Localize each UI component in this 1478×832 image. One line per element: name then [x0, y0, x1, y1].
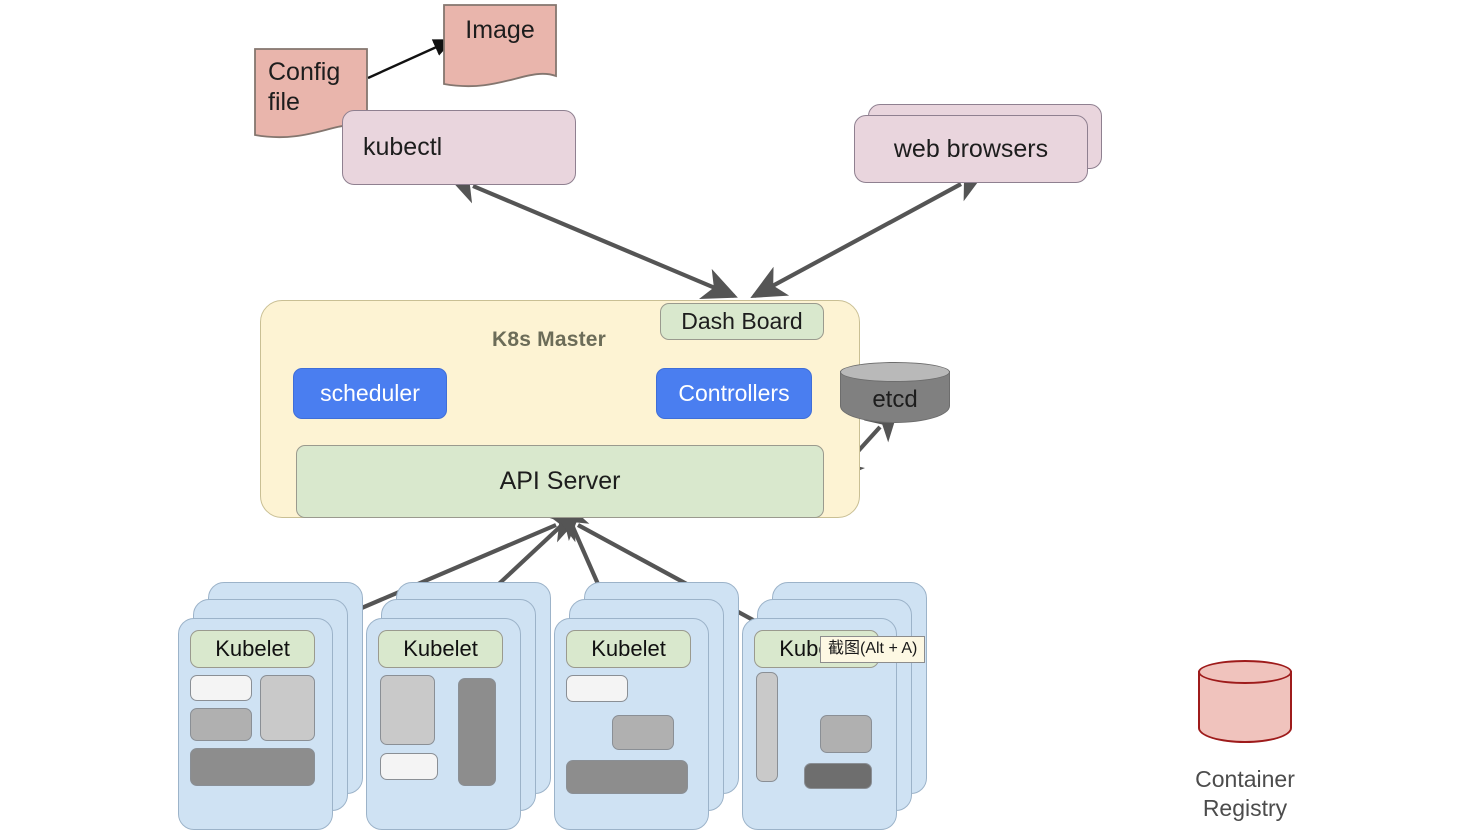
worker-1-pod-4 [190, 748, 315, 786]
worker-4-pod-3 [804, 763, 872, 789]
worker-1-pod-2 [190, 708, 252, 741]
diagram-canvas: Config file Image kubectl web browsers K… [0, 0, 1478, 832]
container-registry-label: Container Registry [1195, 766, 1295, 822]
api-server-label: API Server [499, 467, 621, 495]
worker-3-pod-1 [566, 675, 628, 702]
etcd-label: etcd [872, 386, 918, 413]
config-file-label: Config file [268, 58, 341, 116]
worker-1-kubelet-label: Kubelet [215, 636, 290, 661]
worker-3-kubelet[interactable]: Kubelet [566, 630, 691, 668]
worker-node-1[interactable]: Kubelet [178, 582, 383, 830]
worker-1-kubelet[interactable]: Kubelet [190, 630, 315, 668]
worker-2-pod-1 [380, 675, 435, 745]
k8s-master-title: K8s Master [492, 328, 607, 351]
container-registry-node [1198, 660, 1292, 752]
worker-node-4[interactable]: Kubelet [742, 582, 947, 830]
worker-node-3[interactable]: Kubelet [554, 582, 759, 830]
web-browsers-front-layer: web browsers [854, 115, 1088, 183]
web-browsers-label: web browsers [893, 134, 1049, 163]
edge-config-to-image [367, 38, 454, 80]
scheduler-label: scheduler [320, 380, 420, 406]
image-node: Image [443, 4, 557, 92]
worker-3-kubelet-label: Kubelet [591, 636, 666, 661]
worker-3-pod-3 [566, 760, 688, 794]
etcd-node: etcd [840, 362, 950, 432]
web-browsers-node[interactable]: web browsers [854, 104, 1102, 186]
edge-browsers-to-dashboard [750, 170, 987, 298]
image-label: Image [465, 16, 535, 44]
worker-2-pod-3 [458, 678, 496, 786]
edge-kubectl-to-dashboard [445, 173, 738, 300]
worker-2-kubelet-label: Kubelet [403, 636, 478, 661]
controllers-label: Controllers [678, 380, 790, 406]
registry-cylinder-top [1198, 660, 1292, 684]
worker-4-pod-1 [756, 672, 778, 782]
worker-1-pod-3 [260, 675, 315, 741]
worker-2-pod-2 [380, 753, 438, 780]
worker-4-pod-2 [820, 715, 872, 753]
dash-board-label: Dash Board [681, 308, 803, 334]
worker-3-pod-2 [612, 715, 674, 750]
worker-2-kubelet[interactable]: Kubelet [378, 630, 503, 668]
controllers-node[interactable]: Controllers [656, 368, 812, 419]
api-server-node[interactable]: API Server [296, 445, 824, 518]
dash-board-node[interactable]: Dash Board [660, 303, 824, 340]
screenshot-tooltip: 截图(Alt + A) [820, 636, 926, 664]
worker-node-2[interactable]: Kubelet [366, 582, 571, 830]
kubectl-label: kubectl [363, 133, 443, 161]
etcd-cylinder-top [840, 362, 950, 382]
kubectl-node[interactable]: kubectl [342, 110, 576, 185]
scheduler-node[interactable]: scheduler [293, 368, 447, 419]
worker-1-pod-1 [190, 675, 252, 701]
